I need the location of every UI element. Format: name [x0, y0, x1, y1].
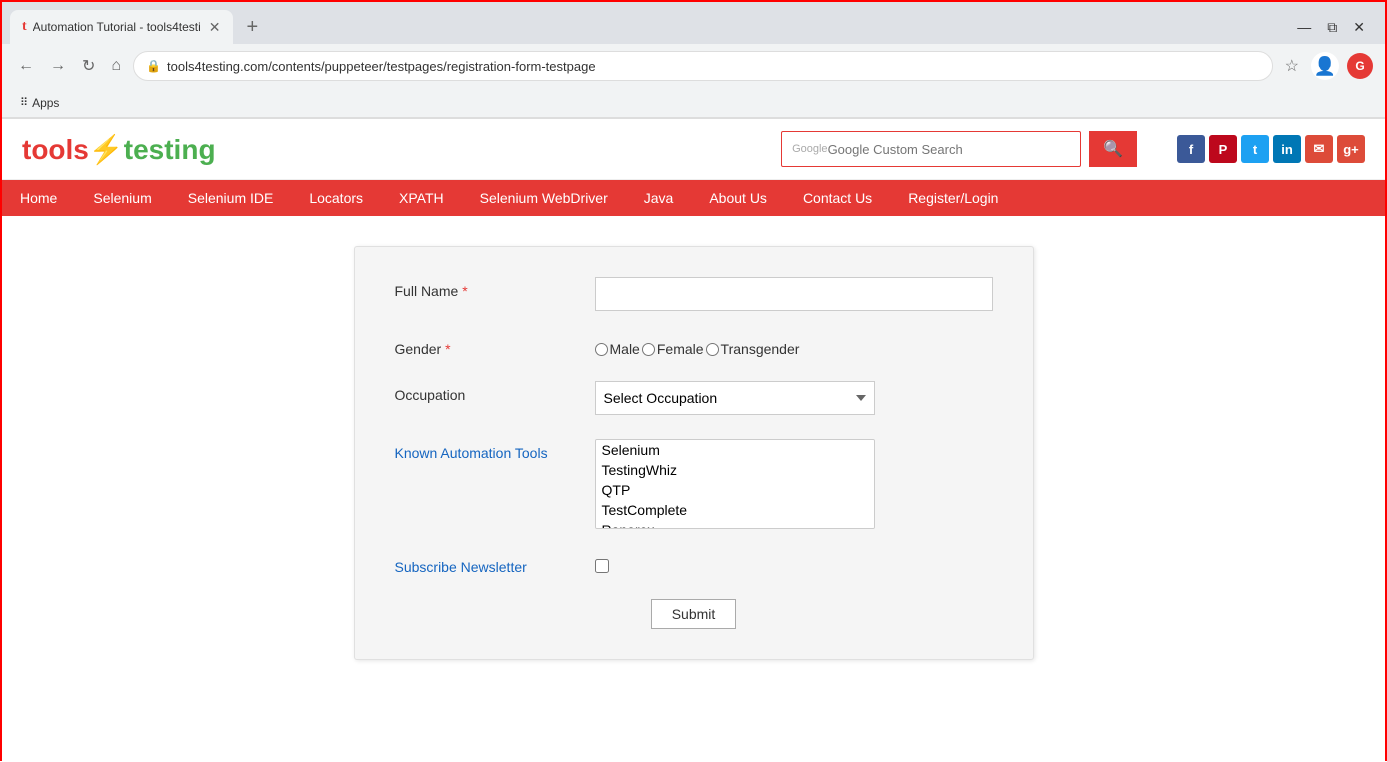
bookmark-button[interactable]: ☆: [1281, 52, 1303, 80]
nav-about-us[interactable]: About Us: [691, 180, 785, 216]
tab-close-button[interactable]: ✕: [209, 19, 221, 36]
occupation-select[interactable]: Select Occupation Student Employee Busin…: [595, 381, 875, 415]
address-input[interactable]: 🔒 tools4testing.com/contents/puppeteer/t…: [133, 51, 1273, 81]
apps-bookmark[interactable]: ⠿ Apps: [14, 94, 65, 112]
back-button[interactable]: ←: [14, 53, 38, 79]
full-name-row: Full Name *: [395, 277, 993, 311]
logo-tools: tools: [22, 134, 89, 165]
lock-icon: 🔒: [146, 59, 161, 73]
subscribe-field: [595, 553, 993, 573]
gender-transgender-radio[interactable]: [706, 343, 719, 356]
gender-label: Gender *: [395, 335, 595, 357]
known-tools-field: Selenium TestingWhiz QTP TestComplete Ra…: [595, 439, 993, 529]
gender-female-radio[interactable]: [642, 343, 655, 356]
occupation-label: Occupation: [395, 381, 595, 403]
subscribe-row: Subscribe Newsletter: [395, 553, 993, 575]
nav-selenium-ide[interactable]: Selenium IDE: [170, 180, 292, 216]
occupation-field: Select Occupation Student Employee Busin…: [595, 381, 993, 415]
gender-male-radio[interactable]: [595, 343, 608, 356]
nav-locators[interactable]: Locators: [291, 180, 381, 216]
site-logo[interactable]: tools⚡testing: [22, 133, 216, 166]
tool-qtp[interactable]: QTP: [596, 480, 874, 500]
submit-button[interactable]: Submit: [651, 599, 737, 629]
nav-xpath[interactable]: XPATH: [381, 180, 462, 216]
known-tools-row: Known Automation Tools Selenium TestingW…: [395, 439, 993, 529]
browser-chrome: t Automation Tutorial - tools4testi ✕ + …: [2, 2, 1385, 119]
nav-contact-us[interactable]: Contact Us: [785, 180, 890, 216]
address-bar: ← → ↻ ⌂ 🔒 tools4testing.com/contents/pup…: [2, 44, 1385, 88]
reload-button[interactable]: ↻: [78, 52, 99, 80]
google-label: Google: [792, 143, 827, 155]
active-tab[interactable]: t Automation Tutorial - tools4testi ✕: [10, 10, 233, 44]
full-name-label: Full Name *: [395, 277, 595, 299]
logo-lightning: ⚡: [89, 134, 124, 165]
main-content: Full Name * Gender * Male: [2, 216, 1385, 690]
window-controls: — ⧉ ✕: [1285, 19, 1377, 36]
pinterest-icon[interactable]: P: [1209, 135, 1237, 163]
tool-testcomplete[interactable]: TestComplete: [596, 500, 874, 520]
tab-title: Automation Tutorial - tools4testi: [33, 20, 201, 34]
site-body: tools⚡testing Google 🔍 f P t in ✉ g+ Hom…: [2, 119, 1385, 762]
tool-ranorex[interactable]: Ranorex: [596, 520, 874, 529]
site-header: tools⚡testing Google 🔍 f P t in ✉ g+: [2, 119, 1385, 180]
search-container: Google 🔍: [781, 131, 1137, 167]
subscribe-label: Subscribe Newsletter: [395, 553, 595, 575]
subscribe-checkbox[interactable]: [595, 559, 609, 573]
social-icons: f P t in ✉ g+: [1177, 135, 1365, 163]
gender-male-option[interactable]: Male: [595, 341, 640, 357]
nav-home[interactable]: Home: [2, 180, 75, 216]
profile-button[interactable]: 👤: [1311, 52, 1339, 80]
address-text: tools4testing.com/contents/puppeteer/tes…: [167, 59, 596, 74]
search-box[interactable]: Google: [781, 131, 1081, 167]
forward-button[interactable]: →: [46, 53, 70, 79]
close-button[interactable]: ✕: [1353, 19, 1365, 36]
gender-required: *: [445, 341, 450, 357]
linkedin-icon[interactable]: in: [1273, 135, 1301, 163]
new-tab-button[interactable]: +: [239, 12, 267, 43]
google-plus-icon[interactable]: g+: [1337, 135, 1365, 163]
nav-java[interactable]: Java: [626, 180, 692, 216]
logo-testing: testing: [124, 134, 216, 165]
search-button[interactable]: 🔍: [1089, 131, 1137, 167]
full-name-input[interactable]: [595, 277, 993, 311]
nav-register-login[interactable]: Register/Login: [890, 180, 1016, 216]
tool-testingwhiz[interactable]: TestingWhiz: [596, 460, 874, 480]
known-tools-label: Known Automation Tools: [395, 439, 595, 461]
full-name-field: [595, 277, 993, 311]
occupation-row: Occupation Select Occupation Student Emp…: [395, 381, 993, 415]
facebook-icon[interactable]: f: [1177, 135, 1205, 163]
nav-bar: Home Selenium Selenium IDE Locators XPAT…: [2, 180, 1385, 216]
gender-field: Male Female Transgender: [595, 335, 993, 357]
tab-bar: t Automation Tutorial - tools4testi ✕ + …: [2, 2, 1385, 44]
tool-selenium[interactable]: Selenium: [596, 440, 874, 460]
tab-favicon: t: [22, 19, 27, 35]
registration-form-card: Full Name * Gender * Male: [354, 246, 1034, 660]
email-icon[interactable]: ✉: [1305, 135, 1333, 163]
search-input[interactable]: [828, 142, 1068, 157]
twitter-icon[interactable]: t: [1241, 135, 1269, 163]
gender-transgender-option[interactable]: Transgender: [706, 341, 800, 357]
gender-female-option[interactable]: Female: [642, 341, 704, 357]
submit-row: Submit: [395, 599, 993, 629]
known-tools-listbox[interactable]: Selenium TestingWhiz QTP TestComplete Ra…: [595, 439, 875, 529]
nav-selenium[interactable]: Selenium: [75, 180, 169, 216]
home-button[interactable]: ⌂: [107, 53, 125, 79]
gender-row: Gender * Male Female Transgender: [395, 335, 993, 357]
full-name-required: *: [462, 283, 467, 299]
extension-button[interactable]: G: [1347, 53, 1373, 79]
search-icon: 🔍: [1103, 139, 1123, 159]
subscribe-checkbox-label[interactable]: [595, 553, 993, 573]
nav-selenium-webdriver[interactable]: Selenium WebDriver: [462, 180, 626, 216]
apps-label: Apps: [32, 96, 59, 110]
minimize-button[interactable]: —: [1297, 19, 1311, 36]
maximize-button[interactable]: ⧉: [1327, 19, 1337, 36]
apps-grid-icon: ⠿: [20, 96, 28, 109]
bookmarks-bar: ⠿ Apps: [2, 88, 1385, 118]
known-tools-listbox-wrapper: Selenium TestingWhiz QTP TestComplete Ra…: [595, 439, 875, 529]
